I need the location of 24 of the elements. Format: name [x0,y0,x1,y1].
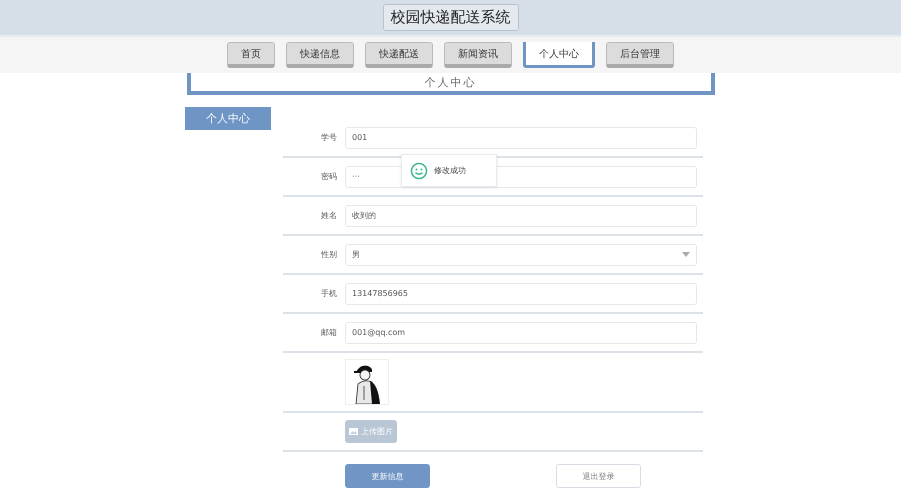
select-field[interactable]: 男 [345,244,697,266]
input-field[interactable]: 001@qq.com [345,322,697,344]
input-field[interactable]: 收到的 [345,204,697,226]
action-button[interactable]: 退出登录 [556,464,641,488]
field-label: 密码 [320,171,337,182]
nav-tab[interactable]: 新闻资讯 [444,42,512,68]
nav-tab[interactable]: 快递配送 [365,42,433,68]
nav-tab[interactable]: 后台管理 [606,42,674,68]
image-icon [349,428,358,435]
field-label: 邮箱 [320,327,337,338]
caret-icon [682,252,690,257]
toast-text: 修改成功 [434,165,466,176]
nav-tab[interactable]: 快递信息 [286,42,354,68]
input-field[interactable]: 13147856965 [345,282,697,304]
input-field[interactable]: 001 [345,126,697,148]
banner-title: 个人中心 [424,74,476,90]
field-label: 学号 [320,132,337,143]
smiley-icon [410,162,428,180]
field-label: 姓名 [320,210,337,221]
site-title: 校园快递配送系统 [382,4,518,31]
field-label: 手机 [320,288,337,299]
nav-tab[interactable]: 个人中心 [523,42,595,68]
nav-tab[interactable]: 首页 [227,42,275,68]
field-label: 性别 [320,249,337,260]
